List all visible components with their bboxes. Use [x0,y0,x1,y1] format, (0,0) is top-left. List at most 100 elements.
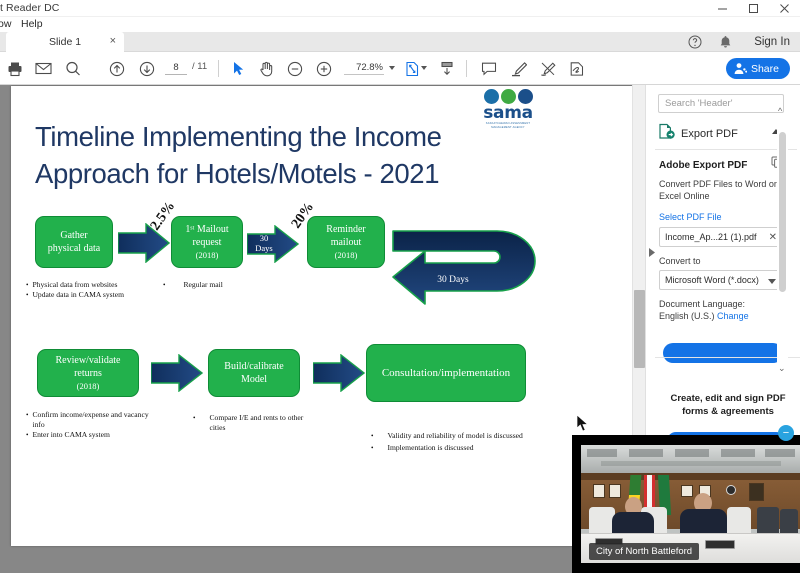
bullets-review: • Confirm income/expense and vacancy info… [26,410,151,440]
card-title: Adobe Export PDF [659,160,748,171]
print-icon[interactable] [4,58,25,79]
title-bar: t Reader DC [0,0,800,17]
bullets-first-mailout: • Regular mail [163,280,223,289]
box-review-validate: Review/validate returns (2018) [37,349,139,397]
menu-bar: ow Help [0,17,800,32]
menu-item-window[interactable]: ow [0,18,11,31]
bullet-review-1: Confirm income/expense and vacancy info [32,410,149,429]
box-reminder-mailout: Reminder mailout (2018) [307,216,385,268]
chair-3 [727,507,751,533]
toolbar: 8 / 11 72.8% Share [0,52,800,85]
search-input[interactable]: Search 'Header' [658,94,784,113]
sign-icon[interactable] [566,58,587,79]
mouse-cursor [577,415,589,432]
select-pdf-file-link[interactable]: Select PDF File [659,212,791,222]
zoom-level-input[interactable]: 72.8% [344,60,384,75]
wall-frame-3 [681,485,693,497]
bullet-review-2: Enter into CAMA system [32,430,110,439]
tab-strip: Slide 1 × [0,32,800,52]
export-pdf-header[interactable]: Export PDF [658,121,784,146]
search-icon[interactable] [62,58,83,79]
help-circle-icon[interactable] [686,33,704,51]
box-gather-line2: physical data [47,243,101,254]
sign-in-button[interactable]: Sign In [754,32,790,52]
page-scroll-icon[interactable] [436,58,457,79]
chevron-down-icon-convert[interactable] [768,279,776,284]
box-build-line2: Model [240,374,268,385]
menu-item-help[interactable]: Help [21,18,43,31]
arrow-build-to-consultation [313,354,365,392]
export-pdf-icon [658,123,675,145]
box-review-year: (2018) [76,380,100,391]
tab-label: Slide 1 [48,36,82,48]
video-ceiling [581,445,800,473]
panel-scrollbar[interactable]: ^ ⌄ [777,106,788,388]
scroll-down-chevron-icon[interactable]: ⌄ [778,363,786,374]
video-minimize-button[interactable]: − [778,425,794,441]
document-language-row: English (U.S.) Change [659,311,791,321]
panel-scrollbar-thumb[interactable] [779,132,786,292]
toolbar-separator-2 [466,60,467,77]
convert-to-select[interactable]: Microsoft Word (*.docx) [659,270,783,290]
change-language-link[interactable]: Change [717,311,749,321]
document-area[interactable]: sama SASKATCHEWAN ASSESSMENT MANAGEMENT … [0,85,645,573]
convert-button[interactable] [663,343,783,363]
acrobat-reader-window: t Reader DC ow Help Slide 1 × 8 / 11 72.… [0,0,800,573]
fit-page-icon[interactable] [402,58,423,79]
box-review-line2: returns [74,367,102,379]
bullets-consultation: • Validity and reliability of model is di… [371,431,523,452]
wall-frame-5 [749,483,764,501]
minimize-button[interactable] [707,0,738,17]
hand-tool-icon[interactable] [256,58,277,79]
chevron-down-icon[interactable] [389,66,395,70]
box-gather-line1: Gather [60,230,88,241]
selected-file-field[interactable]: Income_Ap...21 (1).pdf ✕ [659,227,783,247]
email-icon[interactable] [33,58,54,79]
box-reminder-line2: mailout [330,236,362,248]
arrow-down-circle-icon[interactable] [136,58,157,79]
share-person-icon [734,63,747,74]
bullets-build: • Compare I/E and rents to other cities [193,413,313,433]
box-gather-physical-data: Gather physical data [35,216,113,268]
video-wall-trim [581,473,800,480]
panel-divider-1 [655,149,797,150]
close-button[interactable] [769,0,800,17]
box-build-calibrate: Build/calibrate Model [208,349,300,397]
video-overlay[interactable]: City of North Battleford [572,435,800,573]
clear-file-close-icon[interactable]: ✕ [769,232,777,243]
scroll-up-chevron-icon[interactable]: ^ [778,106,782,116]
box-reminder-line1: Reminder [326,223,366,235]
page-number-input[interactable]: 8 [165,60,187,75]
card-description: Convert PDF Files to Word or Excel Onlin… [659,179,777,201]
arrow-up-circle-icon[interactable] [106,58,127,79]
highlight-icon[interactable] [508,58,529,79]
bullet-gather-2: Update data in CAMA system [32,290,124,299]
slide-title: Timeline Implementing the Income Approac… [35,121,442,189]
sama-logo-dots [477,89,539,104]
wall-clock-icon [726,485,736,495]
comment-icon[interactable] [478,58,499,79]
bell-icon[interactable] [716,33,734,51]
document-scrollbar-thumb[interactable] [634,290,645,368]
cursor-select-icon[interactable] [228,58,249,79]
promo-line-2: forms & agreements [682,406,774,417]
arrow-label-30-days-b: 30 Days [437,275,469,285]
chair-5 [780,509,798,533]
export-pdf-label: Export PDF [681,127,738,140]
box-mailout-year: (2018) [195,249,219,260]
share-button[interactable]: Share [725,58,790,79]
box-reminder-year: (2018) [334,249,358,260]
zoom-out-icon[interactable] [284,58,305,79]
box-consultation-line1: Consultation/implementation [381,366,511,379]
box-mailout-line1: 1ˢᵗ Mailout [185,223,229,235]
convert-to-value: Microsoft Word (*.docx) [665,275,759,285]
zoom-in-icon[interactable] [313,58,334,79]
draw-icon[interactable] [537,58,558,79]
box-review-line1: Review/validate [55,354,121,366]
tab-slide-1[interactable]: Slide 1 × [6,32,124,52]
tab-close-icon[interactable]: × [110,35,116,48]
chair-4 [757,507,779,533]
maximize-button[interactable] [738,0,769,17]
chevron-down-icon-2[interactable] [421,66,427,70]
promo-line-1: Create, edit and sign PDF [670,393,786,404]
